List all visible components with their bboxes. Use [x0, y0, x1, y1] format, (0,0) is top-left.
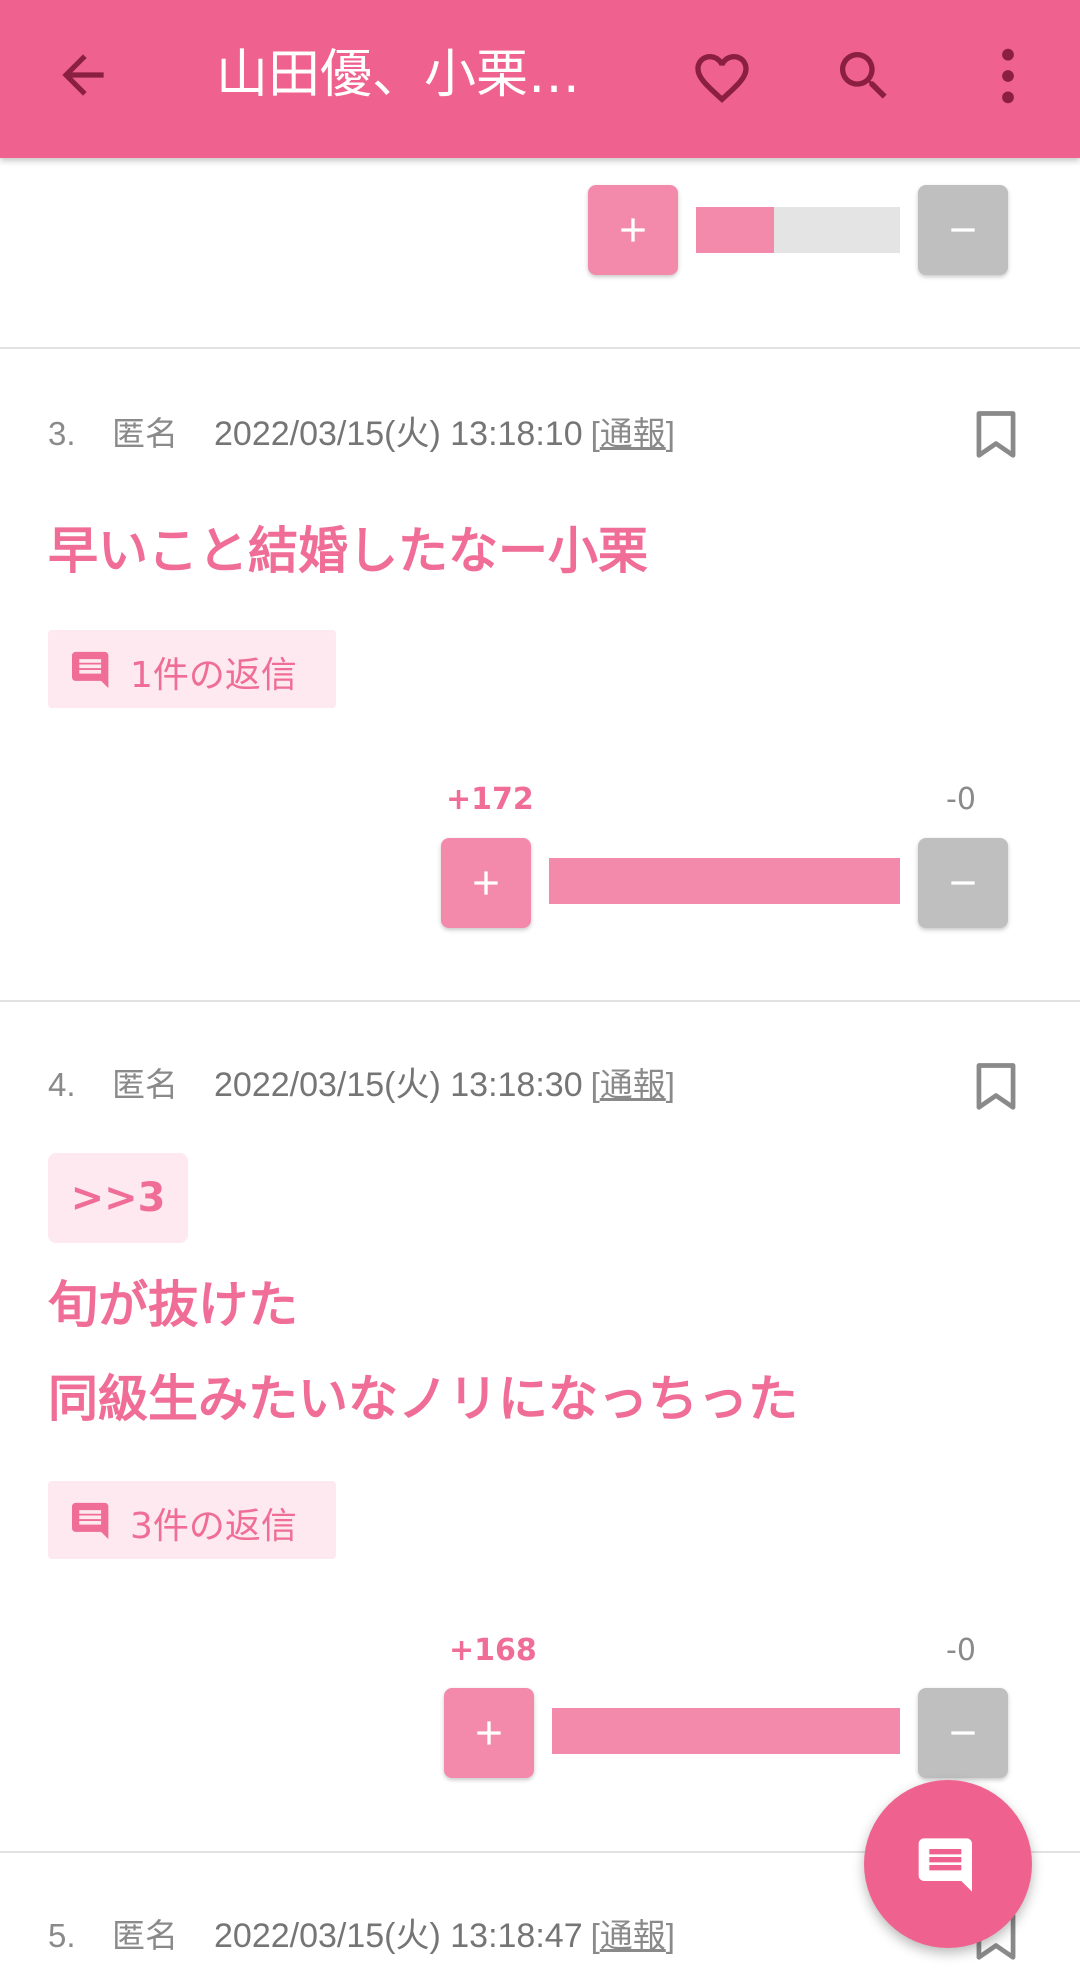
more-vert-icon[interactable] [984, 44, 1032, 108]
post-comment-fab[interactable] [864, 1780, 1032, 1948]
plus-icon [621, 218, 645, 242]
minus-icon [951, 228, 975, 232]
comment-body: 旬が抜けた 同級生みたいなノリになっちった [48, 1276, 798, 1428]
plus-vote-button[interactable] [444, 1688, 534, 1778]
comment-datetime: 2022/03/15(火) 13:18:10 [214, 415, 583, 453]
vote-ratio-fill [549, 858, 900, 904]
plus-vote-button[interactable] [441, 838, 531, 928]
comment-datetime: 2022/03/15(火) 13:18:30 [214, 1066, 583, 1104]
comment-author: 匿名 [112, 1917, 178, 1954]
vote-ratio-bar [552, 1708, 900, 1754]
comment-meta: 4. 匿名 2022/03/15(火) 13:18:30 [通報] [48, 1057, 675, 1104]
vote-ratio-bar [549, 858, 900, 904]
plus-icon [477, 1721, 501, 1745]
comment-number: 3. [48, 415, 76, 452]
report-link[interactable]: [通報] [591, 407, 675, 455]
bookmark-icon[interactable] [975, 410, 1017, 460]
search-icon[interactable] [832, 44, 896, 108]
plus-count: +168 [449, 1633, 537, 1668]
comment-body: 早いこと結婚したなー小栗 [48, 522, 648, 580]
anchor-link[interactable]: >>3 [48, 1153, 188, 1243]
replies-button[interactable]: 1件の返信 [48, 630, 336, 708]
comment-meta: 3. 匿名 2022/03/15(火) 13:18:10 [通報] [48, 406, 675, 453]
vote-ratio-bar [696, 207, 900, 253]
page-title: 山田優、小栗… [216, 45, 581, 105]
report-link[interactable]: [通報] [591, 1909, 675, 1957]
vote-ratio-fill [696, 207, 774, 253]
replies-label: 3件の返信 [130, 1506, 297, 1547]
vote-ratio-fill [552, 1708, 900, 1754]
back-arrow-icon[interactable] [52, 44, 114, 106]
divider [0, 347, 1080, 349]
replies-button[interactable]: 3件の返信 [48, 1481, 336, 1559]
comment-author: 匿名 [112, 1066, 178, 1103]
comment-author: 匿名 [112, 415, 178, 452]
plus-icon [474, 871, 498, 895]
report-link[interactable]: [通報] [591, 1058, 675, 1106]
divider [0, 1000, 1080, 1002]
minus-count: -0 [946, 782, 976, 817]
minus-vote-button[interactable] [918, 185, 1008, 275]
replies-label: 1件の返信 [130, 655, 297, 696]
comment-number: 5. [48, 1917, 76, 1954]
plus-vote-button[interactable] [588, 185, 678, 275]
reply-comment-icon [72, 1502, 109, 1540]
app-bar: 山田優、小栗… [0, 0, 1080, 158]
comment-datetime: 2022/03/15(火) 13:18:47 [214, 1917, 583, 1955]
comment-icon [918, 1838, 972, 1892]
heart-icon[interactable] [690, 46, 754, 110]
plus-count: +172 [446, 782, 534, 817]
minus-icon [951, 881, 975, 885]
bookmark-icon[interactable] [975, 1062, 1017, 1112]
reply-comment-icon [72, 651, 109, 689]
minus-count: -0 [946, 1633, 976, 1668]
comment-meta: 5. 匿名 2022/03/15(火) 13:18:47 [通報] [48, 1908, 675, 1955]
comment-number: 4. [48, 1066, 76, 1103]
minus-icon [951, 1731, 975, 1735]
minus-vote-button[interactable] [918, 838, 1008, 928]
minus-vote-button[interactable] [918, 1688, 1008, 1778]
